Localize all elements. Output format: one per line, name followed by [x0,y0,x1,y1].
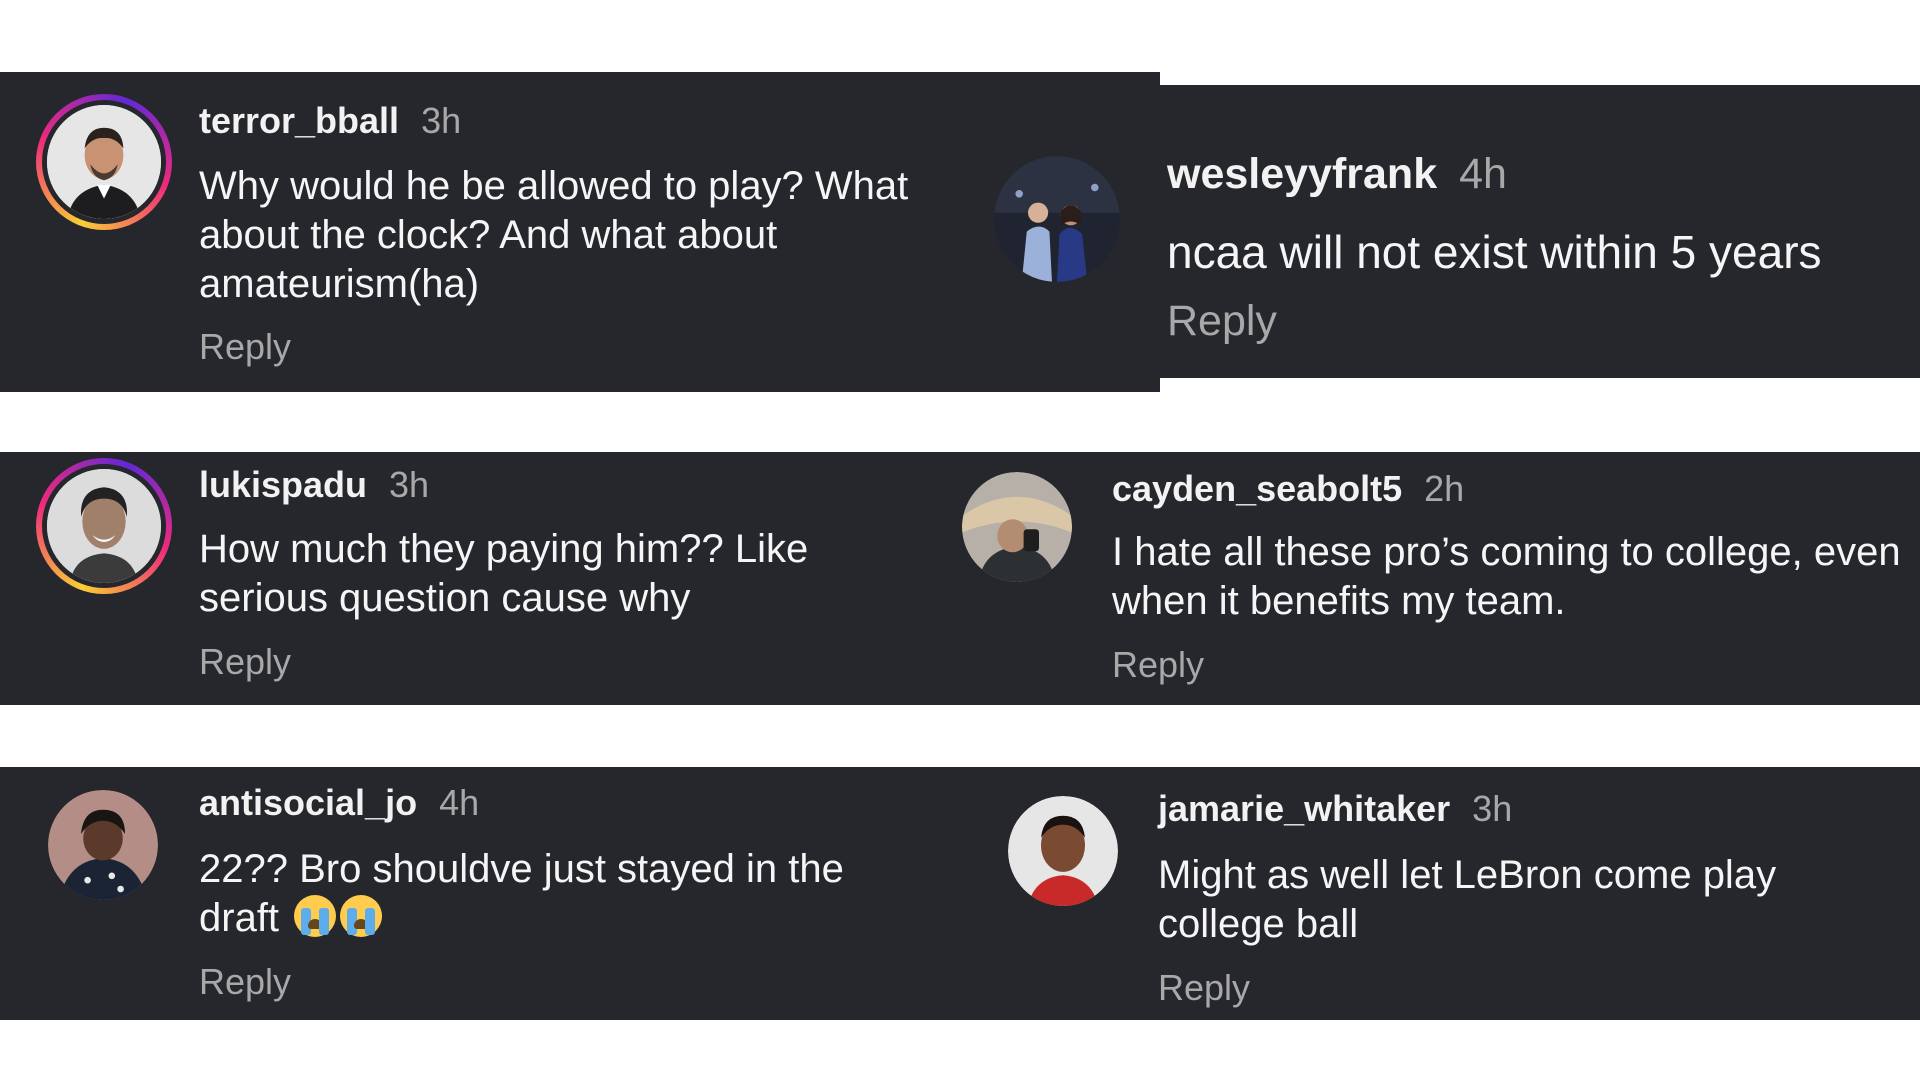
username-text[interactable]: wesleyyfrank [1167,150,1437,198]
username-text[interactable]: jamarie_whitaker [1158,788,1450,829]
reply-button[interactable]: Reply [1112,644,1204,686]
comment-timestamp: 3h [1472,788,1513,829]
comment-timestamp: 4h [1459,150,1507,198]
username[interactable]: antisocial_jo 4h [199,782,479,824]
loudly-crying-face-icon [294,894,337,937]
comment-timestamp: 3h [389,464,430,505]
comment-text: 22?? Bro shouldve just stayed in the dra… [199,845,919,943]
user-photo-icon [994,156,1120,282]
username[interactable]: cayden_seabolt5 2h [1112,468,1464,510]
reply-button[interactable]: Reply [1167,297,1277,346]
comment-timestamp: 3h [421,100,462,141]
comment-timestamp: 2h [1424,468,1465,509]
username[interactable]: lukispadu 3h [199,464,429,506]
username-text[interactable]: terror_bball [199,100,399,141]
username-text[interactable]: lukispadu [199,464,367,505]
comment-timestamp: 4h [439,782,480,823]
avatar[interactable] [48,790,158,900]
comment-text: Might as well let LeBron come play colle… [1158,853,1777,946]
comment-text: How much they paying him?? Like serious … [199,527,809,620]
user-photo-icon [962,472,1072,582]
username[interactable]: jamarie_whitaker 3h [1158,788,1512,830]
comment-text: I hate all these pro’s coming to college… [1112,530,1901,623]
loudly-crying-face-icon [340,894,383,937]
avatar[interactable] [994,156,1120,282]
reply-button[interactable]: Reply [199,326,291,368]
username[interactable]: wesleyyfrank 4h [1167,150,1507,199]
avatar[interactable] [1008,796,1118,906]
username-text[interactable]: cayden_seabolt5 [1112,468,1402,509]
avatar[interactable] [36,94,172,230]
reply-button[interactable]: Reply [1158,967,1250,1009]
avatar[interactable] [962,472,1072,582]
comment-text: ncaa will not exist within 5 years [1167,226,1822,278]
user-photo-icon [1008,796,1118,906]
user-photo-icon [47,469,161,583]
avatar[interactable] [36,458,172,594]
user-photo-icon [47,105,161,219]
username[interactable]: terror_bball 3h [199,100,461,142]
username-text[interactable]: antisocial_jo [199,782,417,823]
user-photo-icon [48,790,158,900]
reply-button[interactable]: Reply [199,961,291,1003]
reply-button[interactable]: Reply [199,641,291,683]
comment-text: Why would he be allowed to play? What ab… [199,164,909,306]
